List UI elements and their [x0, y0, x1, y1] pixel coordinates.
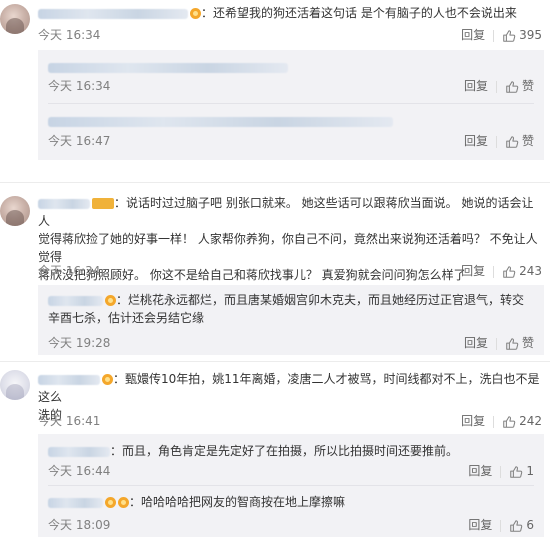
thumbs-up-icon[interactable] — [505, 80, 519, 94]
reply-content-blurred — [48, 116, 393, 127]
divider — [493, 29, 495, 42]
like-label[interactable]: 赞 — [522, 336, 534, 350]
thumbs-up-icon[interactable] — [509, 465, 523, 479]
comment-text-line: 觉得蒋欣捡了她的好事一样！ 人家帮你养狗，你自己不问，竟然出来说狗还活着吗？ 不… — [38, 232, 538, 264]
like-count: 242 — [519, 414, 542, 428]
timestamp: 今天 16:34 — [48, 79, 111, 93]
comment-text: 还希望我的狗还活着这句话 是个有脑子的人也不会说出来 — [213, 6, 517, 20]
avatar[interactable] — [0, 370, 30, 400]
reply-button[interactable]: 回复 — [461, 414, 485, 428]
divider — [0, 361, 550, 362]
username-blurred[interactable] — [38, 8, 188, 19]
badge-icon — [105, 497, 116, 508]
reply-thread: ：烂桃花永远都烂，而且唐某婚姻宫卯木克夫，而且她经历过正官退气，转交 辛酉七杀，… — [38, 285, 544, 355]
like-label[interactable]: 赞 — [522, 134, 534, 148]
reply-text: 而且，角色肯定是先定好了在拍摄，所以比拍摄时间还要推前。 — [122, 444, 459, 458]
avatar[interactable] — [0, 196, 30, 226]
username-blurred[interactable] — [38, 198, 90, 209]
like-count: 6 — [526, 518, 534, 532]
reply-button[interactable]: 回复 — [464, 134, 488, 148]
reply-button[interactable]: 回复 — [464, 336, 488, 350]
badge-icon — [105, 295, 116, 306]
like-label[interactable]: 赞 — [522, 79, 534, 93]
like-count: 1 — [526, 464, 534, 478]
reply-button[interactable]: 回复 — [468, 518, 492, 532]
timestamp: 今天 16:34 — [38, 264, 101, 278]
username-blurred[interactable] — [38, 374, 100, 385]
reply-thread: 今天 16:34 回复赞 今天 16:47 回复赞 — [38, 50, 544, 160]
username-blurred[interactable] — [48, 497, 103, 508]
badge-icon — [190, 8, 201, 19]
reply-button[interactable]: 回复 — [468, 464, 492, 478]
timestamp: 今天 16:41 — [38, 414, 101, 428]
reply-content-blurred — [48, 62, 288, 73]
thumbs-up-icon[interactable] — [502, 29, 516, 43]
timestamp: 今天 18:09 — [48, 518, 111, 532]
reply-text-line: 辛酉七杀，估计还会另结它缘 — [48, 311, 205, 325]
reply-text-line: 烂桃花永远都烂，而且唐某婚姻宫卯木克夫，而且她经历过正官退气，转交 — [128, 293, 525, 307]
thumbs-up-icon[interactable] — [502, 265, 516, 279]
thumbs-up-icon[interactable] — [505, 337, 519, 351]
timestamp: 今天 16:47 — [48, 134, 111, 148]
reply-button[interactable]: 回复 — [464, 79, 488, 93]
thumbs-up-icon[interactable] — [502, 415, 516, 429]
comment-meta: 今天 16:34 回复 395 — [38, 26, 542, 44]
comment-meta: 今天 16:34 回复 243 — [38, 262, 542, 280]
reply-thread: ：而且，角色肯定是先定好了在拍摄，所以比拍摄时间还要推前。 今天 16:44 回… — [38, 434, 544, 537]
timestamp: 今天 16:34 — [38, 28, 101, 42]
thumbs-up-icon[interactable] — [505, 135, 519, 149]
badge-icon — [102, 374, 113, 385]
username-blurred[interactable] — [48, 295, 103, 306]
divider — [0, 182, 550, 183]
like-count: 395 — [519, 28, 542, 42]
like-count: 243 — [519, 264, 542, 278]
reply-button[interactable]: 回复 — [461, 264, 485, 278]
vip-badge-icon — [92, 198, 114, 209]
timestamp: 今天 16:44 — [48, 464, 111, 478]
timestamp: 今天 19:28 — [48, 336, 111, 350]
badge-icon — [118, 497, 129, 508]
comment-body: ：还希望我的狗还活着这句话 是个有脑子的人也不会说出来 — [38, 4, 542, 22]
avatar[interactable] — [0, 4, 30, 34]
username-blurred[interactable] — [48, 446, 110, 457]
reply-text: 哈哈哈哈把网友的智商按在地上摩擦嘛 — [141, 495, 346, 509]
reply-button[interactable]: 回复 — [461, 28, 485, 42]
comment-meta: 今天 16:41 回复 242 — [38, 412, 542, 430]
thumbs-up-icon[interactable] — [509, 519, 523, 533]
